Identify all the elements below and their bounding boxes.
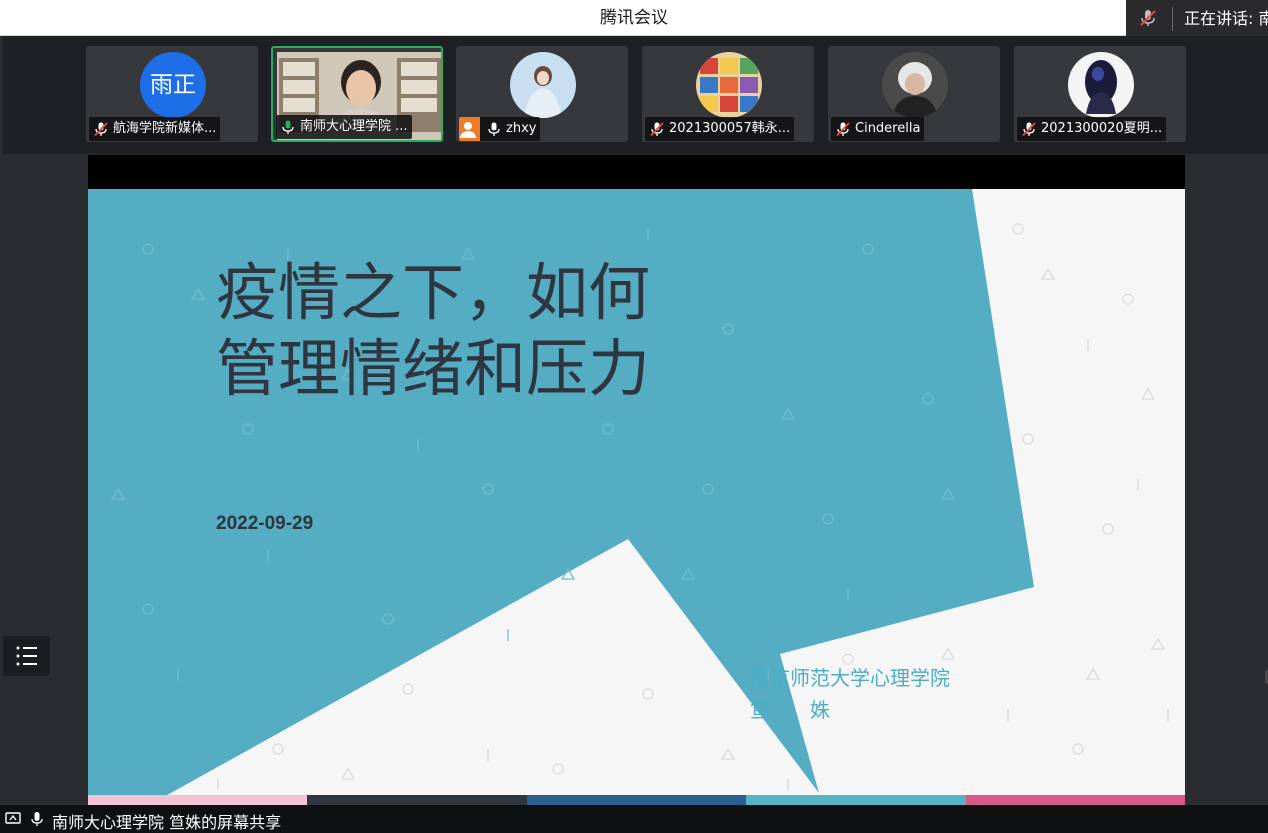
share-label: 南师大心理学院 笪姝的屏幕共享 [52,813,282,832]
participant-strip: 雨正 航海学院新媒体... 南师大心理学院 ... zhxy 202130005… [3,36,1268,154]
app-title: 腾讯会议 [600,8,668,28]
color-bar [965,795,1185,805]
participant-tile[interactable]: zhxy [456,46,628,142]
slide-title-line2: 管理情绪和压力 [216,332,651,405]
mic-muted-icon [650,122,664,137]
avatar-photo-icon [1068,52,1134,118]
avatar [882,52,948,118]
slide-title: 疫情之下，如何 管理情绪和压力 [216,255,650,407]
screen-share-icon [5,812,21,824]
slide-institution-block: 南京师范大学心理学院 笪 姝 [750,662,950,726]
mic-muted-icon [1140,10,1156,26]
mic-muted-icon [94,122,108,137]
participant-tile[interactable]: 2021300057韩永... [642,46,814,142]
participant-namebar: 2021300020夏明... [1017,117,1167,141]
color-bar [526,795,747,805]
participant-name: zhxy [506,121,537,136]
avatar: 雨正 [140,52,206,118]
color-bar [307,795,527,805]
participant-name: 2021300020夏明... [1041,121,1163,136]
avatar-photo-icon [882,52,948,118]
mic-on-icon [282,120,294,134]
participant-tile[interactable]: Cinderella [828,46,1000,142]
color-bar [88,795,308,805]
avatar [696,52,762,118]
participant-tile-active[interactable]: 南师大心理学院 ... [271,46,443,142]
avatar-photo-icon [696,52,762,118]
slide-institution: 南京师范大学心理学院 [750,666,950,690]
speaking-indicator[interactable]: 正在讲话: 南 [1126,0,1268,38]
avatar-photo-icon [510,52,576,118]
participant-namebar: Cinderella [831,117,925,141]
mic-on-icon [488,122,500,136]
participant-namebar: zhxy [459,117,541,141]
screen-share-area[interactable]: 疫情之下，如何 管理情绪和压力 2022-09-29 南京师范大学心理学院 笪 … [88,155,1185,805]
list-menu-button[interactable] [3,636,50,676]
slide-date: 2022-09-29 [216,513,314,534]
title-bar: 腾讯会议 [0,0,1268,36]
separator [1172,7,1173,31]
mic-muted-icon [836,122,850,137]
slide-title-line1: 疫情之下，如何 [216,256,651,329]
left-edge [0,36,3,833]
participant-tile[interactable]: 2021300020夏明... [1014,46,1186,142]
participant-tile[interactable]: 雨正 航海学院新媒体... [86,46,258,142]
slide-color-bars [88,795,1185,805]
color-bar [746,795,966,805]
share-top-band [88,155,1185,189]
participant-name: 2021300057韩永... [669,121,791,136]
slide-presenter: 笪 姝 [750,698,830,722]
host-badge-icon [459,117,480,141]
list-icon [16,646,37,666]
participant-namebar: 2021300057韩永... [645,117,795,141]
participant-name: 航海学院新媒体... [113,121,217,136]
speaking-label: 正在讲话: 南 [1184,9,1268,28]
status-bar: 南师大心理学院 笪姝的屏幕共享 [0,805,1268,833]
participant-name: 南师大心理学院 ... [300,119,408,134]
mic-on-icon [31,812,43,826]
avatar [510,52,576,118]
mic-muted-icon [1022,122,1036,137]
participant-namebar: 南师大心理学院 ... [276,115,412,139]
avatar [1068,52,1134,118]
participant-namebar: 航海学院新媒体... [89,117,221,141]
participant-name: Cinderella [855,121,921,136]
